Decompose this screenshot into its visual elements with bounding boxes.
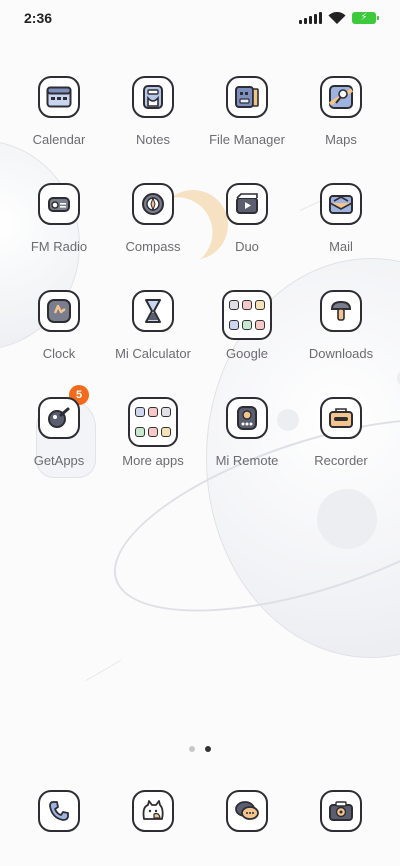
video-camera-icon xyxy=(226,183,268,225)
app-label: Mi Remote xyxy=(215,453,279,468)
radio-icon xyxy=(38,183,80,225)
messaging-icon xyxy=(132,790,174,832)
page-indicator xyxy=(0,746,400,752)
notes-icon xyxy=(132,76,174,118)
app-label: GetApps xyxy=(33,453,85,468)
calendar-icon xyxy=(38,76,80,118)
app-compass[interactable]: Compass xyxy=(106,183,200,254)
status-icons: ⚡ xyxy=(299,12,379,24)
app-fm-radio[interactable]: FM Radio xyxy=(12,183,106,254)
app-mail[interactable]: Mail xyxy=(294,183,388,254)
app-label: Mail xyxy=(329,239,353,254)
folder-google[interactable]: Google xyxy=(200,290,294,361)
app-notes[interactable]: Notes xyxy=(106,76,200,147)
signal-icon xyxy=(299,12,322,24)
app-downloads[interactable]: Downloads xyxy=(294,290,388,361)
mail-icon xyxy=(320,183,362,225)
clock-icon xyxy=(38,290,80,332)
dock-camera[interactable] xyxy=(294,790,388,832)
app-recorder[interactable]: Recorder xyxy=(294,397,388,468)
app-label: Mi Calculator xyxy=(115,346,191,361)
app-label: Maps xyxy=(325,132,357,147)
camera-icon xyxy=(320,790,362,832)
getapps-icon xyxy=(38,397,80,439)
app-label: Notes xyxy=(136,132,170,147)
app-label: Compass xyxy=(125,239,181,254)
app-clock[interactable]: Clock xyxy=(12,290,106,361)
app-label: Recorder xyxy=(314,453,368,468)
dock-messaging[interactable] xyxy=(106,790,200,832)
folder-icon xyxy=(222,290,272,340)
app-label: Downloads xyxy=(308,346,374,361)
app-getapps[interactable]: 5 GetApps xyxy=(12,385,106,468)
dock-chat[interactable] xyxy=(200,790,294,832)
app-grid: Calendar Notes File Manager Maps FM Radi… xyxy=(0,76,400,468)
page-dot-active[interactable] xyxy=(205,746,211,752)
app-label: Google xyxy=(226,346,268,361)
dock-phone[interactable] xyxy=(12,790,106,832)
app-file-manager[interactable]: File Manager xyxy=(200,76,294,147)
app-label: More apps xyxy=(122,453,184,468)
battery-icon: ⚡ xyxy=(352,12,379,24)
chat-icon xyxy=(226,790,268,832)
download-icon xyxy=(320,290,362,332)
app-mi-calculator[interactable]: Mi Calculator xyxy=(106,290,200,361)
calculator-icon xyxy=(132,290,174,332)
page-dot[interactable] xyxy=(189,746,195,752)
app-maps[interactable]: Maps xyxy=(294,76,388,147)
wifi-icon xyxy=(328,12,346,24)
app-mi-remote[interactable]: Mi Remote xyxy=(200,397,294,468)
remote-icon xyxy=(226,397,268,439)
status-time: 2:36 xyxy=(24,10,53,26)
app-label: Calendar xyxy=(32,132,86,147)
maps-icon xyxy=(320,76,362,118)
folder-more-apps[interactable]: More apps xyxy=(106,397,200,468)
app-label: FM Radio xyxy=(30,239,88,254)
app-label: Duo xyxy=(235,239,259,254)
file-manager-icon xyxy=(226,76,268,118)
recorder-icon xyxy=(320,397,362,439)
phone-icon xyxy=(38,790,80,832)
compass-icon xyxy=(132,183,174,225)
battery-charging-glyph: ⚡ xyxy=(360,12,368,23)
folder-icon xyxy=(128,397,178,447)
status-bar: 2:36 ⚡ xyxy=(0,0,400,36)
app-calendar[interactable]: Calendar xyxy=(12,76,106,147)
app-label: Clock xyxy=(42,346,76,361)
app-duo[interactable]: Duo xyxy=(200,183,294,254)
app-label: File Manager xyxy=(209,132,285,147)
dock xyxy=(0,790,400,832)
